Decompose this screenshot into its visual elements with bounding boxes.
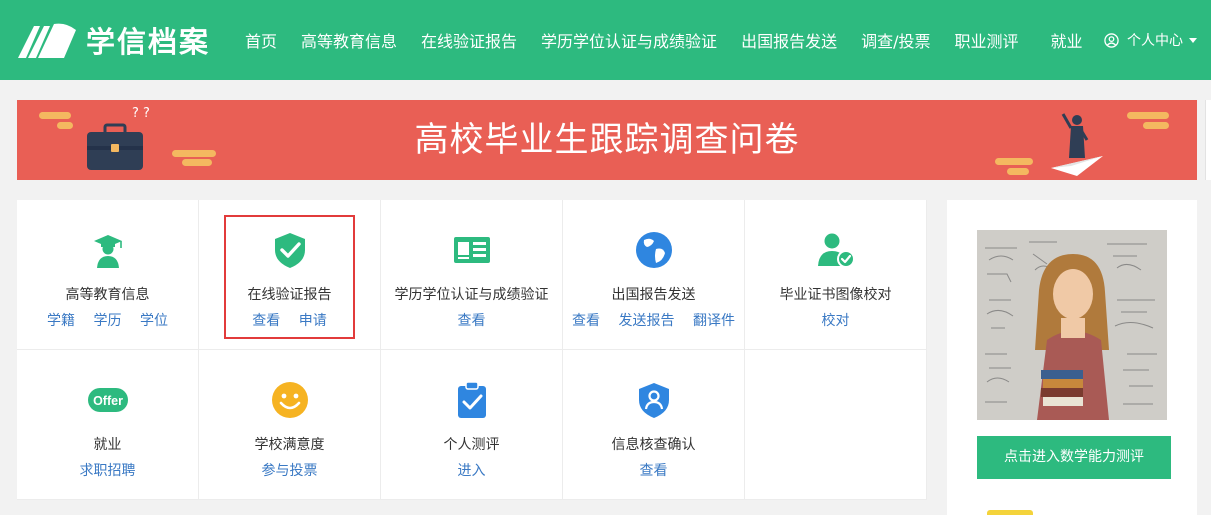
empty-cell <box>745 350 927 500</box>
service-label: 学历学位认证与成绩验证 <box>394 287 549 303</box>
link-xueji[interactable]: 学籍 <box>47 313 75 329</box>
link-send-report[interactable]: 发送报告 <box>619 313 675 329</box>
nav-home[interactable]: 首页 <box>233 28 289 52</box>
service-links: 查看 申请 <box>199 310 380 330</box>
service-label: 个人测评 <box>443 437 500 453</box>
nav-employment[interactable]: 就业 <box>1039 28 1095 52</box>
user-check-icon <box>818 233 855 268</box>
service-school-satisfaction[interactable]: 学校满意度 参与投票 <box>199 350 381 500</box>
nav-survey-vote[interactable]: 调查/投票 <box>849 28 942 52</box>
student-photo <box>977 230 1167 420</box>
link-xueli[interactable]: 学历 <box>94 313 122 329</box>
service-personal-assessment[interactable]: 个人测评 进入 <box>381 350 563 500</box>
link-enter-assessment[interactable]: 进入 <box>458 463 486 479</box>
caret-down-icon <box>1189 37 1197 43</box>
service-label: 出国报告发送 <box>611 287 696 303</box>
service-diploma-image-check[interactable]: 毕业证书图像校对 校对 <box>745 200 927 350</box>
service-higher-education[interactable]: 高等教育信息 学籍 学历 学位 <box>17 200 199 350</box>
service-label: 在线验证报告 <box>247 287 332 303</box>
service-label: 高等教育信息 <box>65 287 150 303</box>
decor-stripe <box>1143 122 1169 129</box>
graduate-on-plane-icon <box>1051 113 1103 176</box>
link-xuewei[interactable]: 学位 <box>140 313 168 329</box>
decor-stripe <box>1127 112 1169 119</box>
edge-sliver <box>1205 100 1211 180</box>
service-label: 就业 <box>93 437 122 453</box>
survey-banner[interactable]: ? ? 高校毕业生跟踪调查问卷 <box>17 100 1197 180</box>
globe-icon <box>636 232 672 268</box>
nav-career-test[interactable]: 职业测评 <box>942 28 1030 52</box>
link-view-confirmation[interactable]: 查看 <box>640 463 668 479</box>
service-links: 查看 <box>381 310 562 330</box>
service-employment[interactable]: Offer 就业 求职招聘 <box>17 350 199 500</box>
service-info-confirmation[interactable]: 信息核查确认 查看 <box>563 350 745 500</box>
services-panel: 高等教育信息 学籍 学历 学位 在线验证报告 查看 申请 学历学位认证与成绩验证 <box>17 200 927 500</box>
link-apply-report[interactable]: 申请 <box>299 313 327 329</box>
service-label: 学校满意度 <box>254 437 325 453</box>
service-abroad-report[interactable]: 出国报告发送 查看 发送报告 翻译件 <box>563 200 745 350</box>
service-links: 查看 <box>563 460 744 480</box>
user-center-menu[interactable]: 个人中心 <box>1104 0 1197 80</box>
nav-degree-verification[interactable]: 学历学位认证与成绩验证 <box>529 28 729 52</box>
smiley-icon <box>272 382 308 418</box>
user-center-label: 个人中心 <box>1127 33 1183 49</box>
main-nav: 首页 高等教育信息 在线验证报告 学历学位认证与成绩验证 出国报告发送 调查/投… <box>233 0 1095 80</box>
offer-badge-text: Offer <box>93 394 123 408</box>
service-online-report[interactable]: 在线验证报告 查看 申请 <box>199 200 381 350</box>
clipboard-check-icon <box>458 381 486 418</box>
service-links: 查看 发送报告 翻译件 <box>563 310 744 330</box>
link-vote[interactable]: 参与投票 <box>262 463 318 479</box>
student-photo-illustration <box>977 230 1167 420</box>
link-job-search[interactable]: 求职招聘 <box>80 463 136 479</box>
id-card-icon <box>454 237 490 263</box>
decor-stripe <box>995 158 1033 165</box>
logo[interactable]: 学信档案 <box>16 16 210 64</box>
service-links: 参与投票 <box>199 460 380 480</box>
service-links: 进入 <box>381 460 562 480</box>
decor-stripe <box>1007 168 1029 175</box>
nav-higher-education[interactable]: 高等教育信息 <box>289 28 409 52</box>
service-links: 校对 <box>745 310 926 330</box>
service-label: 毕业证书图像校对 <box>779 287 892 303</box>
shield-user-icon <box>639 383 669 418</box>
math-assessment-panel: 点击进入数学能力测评 <box>947 200 1197 515</box>
link-view-abroad[interactable]: 查看 <box>572 313 600 329</box>
service-label: 信息核查确认 <box>611 437 696 453</box>
link-translation[interactable]: 翻译件 <box>693 313 735 329</box>
service-links: 学籍 学历 学位 <box>17 310 198 330</box>
graduate-icon <box>94 235 122 268</box>
offer-badge-icon: Offer <box>88 388 128 412</box>
nav-abroad-report[interactable]: 出国报告发送 <box>729 28 849 52</box>
math-assessment-button[interactable]: 点击进入数学能力测评 <box>977 436 1171 479</box>
nav-online-report[interactable]: 在线验证报告 <box>409 28 529 52</box>
link-proofread[interactable]: 校对 <box>822 313 850 329</box>
logo-text: 学信档案 <box>86 25 211 59</box>
link-view-verification[interactable]: 查看 <box>458 313 486 329</box>
top-header: 学信档案 首页 高等教育信息 在线验证报告 学历学位认证与成绩验证 出国报告发送… <box>0 0 1211 80</box>
service-degree-verification[interactable]: 学历学位认证与成绩验证 查看 <box>381 200 563 350</box>
user-circle-icon <box>1104 32 1119 48</box>
link-view-report[interactable]: 查看 <box>252 313 280 329</box>
service-links: 求职招聘 <box>17 460 198 480</box>
shield-check-icon <box>275 233 305 268</box>
yellow-tab-peek <box>987 510 1033 515</box>
logo-book-icon <box>18 23 76 59</box>
